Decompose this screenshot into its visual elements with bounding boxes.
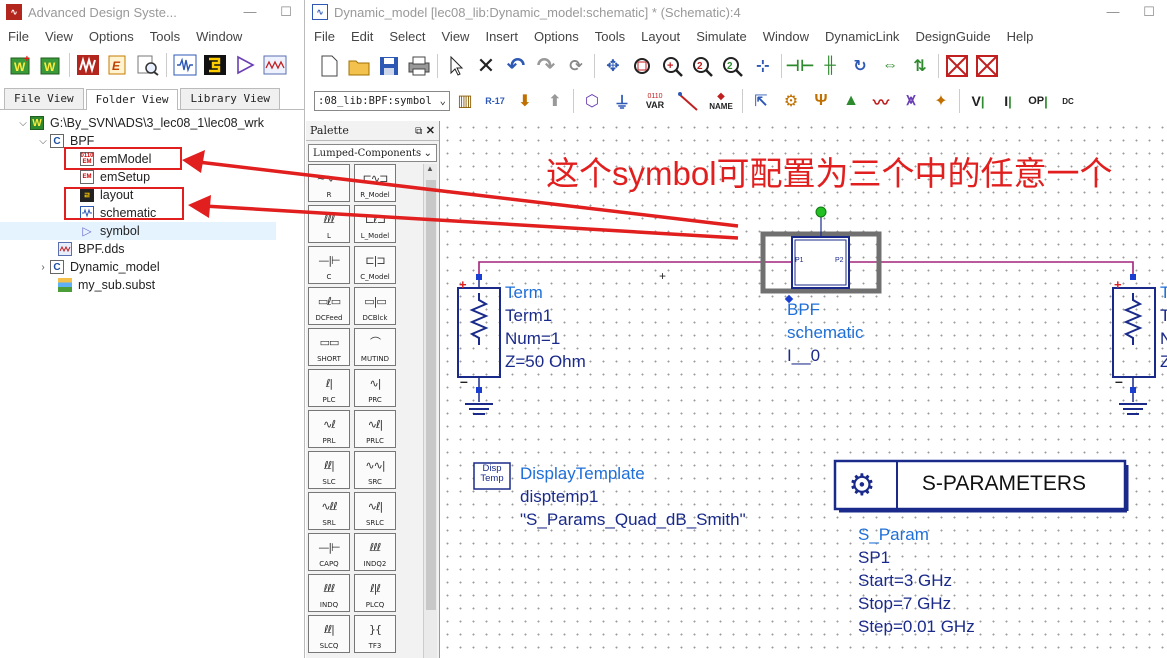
term1-z-label: Z=50 Ohm bbox=[505, 352, 586, 371]
display-template-icon-text: Disp Temp bbox=[476, 464, 508, 484]
sparam-labels[interactable]: S_Param SP1 Start=3 GHz Stop=7 GHz Step=… bbox=[858, 523, 975, 638]
term1-name-label: Term1 bbox=[505, 306, 553, 325]
display-template-name: disptemp1 bbox=[520, 487, 599, 506]
bpf-labels[interactable]: BPF schematic I__0 bbox=[787, 298, 864, 367]
term2-num-label: N bbox=[1160, 329, 1167, 348]
wire-bpf-term2 bbox=[849, 261, 1134, 278]
sparam-step-label: Step=0.01 GHz bbox=[858, 617, 975, 636]
bpf-ground-pin bbox=[815, 206, 827, 218]
svg-text:+: + bbox=[459, 277, 467, 292]
term1-body bbox=[457, 287, 501, 378]
bpf-ref-label: BPF bbox=[787, 300, 821, 319]
display-template-labels[interactable]: DisplayTemplate disptemp1 "S_Params_Quad… bbox=[520, 462, 746, 531]
svg-text:+: + bbox=[1114, 277, 1122, 292]
bpf-instance-label: I__0 bbox=[787, 346, 821, 365]
wire-term1-bpf bbox=[478, 261, 792, 278]
svg-text:+: + bbox=[659, 269, 666, 283]
sparam-start-label: Start=3 GHz bbox=[858, 571, 953, 590]
display-template-value: "S_Params_Quad_dB_Smith" bbox=[520, 510, 746, 529]
annotation-arrow-schematic bbox=[203, 204, 739, 240]
term2-z-label: Z bbox=[1160, 352, 1167, 371]
annotation-text: 这个symbol可配置为三个中的任意一个 bbox=[546, 155, 1113, 192]
term1-type-label: Term bbox=[505, 283, 543, 302]
term1-labels[interactable]: Term Term1 Num=1 Z=50 Ohm bbox=[505, 281, 586, 373]
sparam-name-label: SP1 bbox=[858, 548, 891, 567]
display-template-type: DisplayTemplate bbox=[520, 464, 645, 483]
term2-type-label: T bbox=[1160, 283, 1167, 302]
term1-num-label: Num=1 bbox=[505, 329, 561, 348]
sparam-type-label: S_Param bbox=[858, 525, 929, 544]
bpf-pin2-label: P2 bbox=[835, 257, 844, 264]
sparam-header: S-PARAMETERS bbox=[921, 472, 1087, 495]
term2-name-label: T bbox=[1160, 306, 1167, 325]
term2-labels[interactable]: T T N Z bbox=[1160, 281, 1167, 373]
svg-text:–: – bbox=[1115, 373, 1123, 389]
bpf-view-label: schematic bbox=[787, 323, 864, 342]
sparam-stop-label: Stop=7 GHz bbox=[858, 594, 952, 613]
sparam-gear-icon: ⚙ bbox=[848, 468, 876, 502]
bpf-pin1-label: P1 bbox=[795, 257, 804, 264]
svg-text:–: – bbox=[460, 373, 468, 389]
temp-label: Temp bbox=[480, 473, 504, 484]
